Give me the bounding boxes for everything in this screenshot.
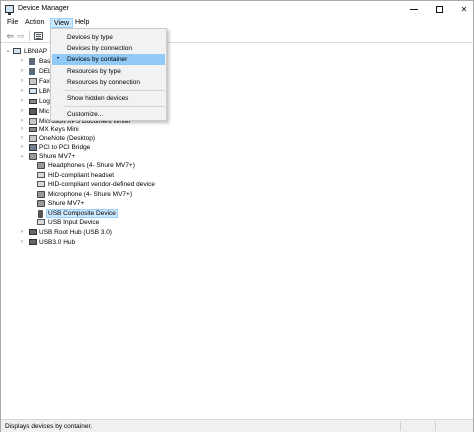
menu-item-devices-by-type[interactable]: Devices by type — [52, 32, 165, 43]
generic-device-icon — [29, 58, 35, 65]
tree-node[interactable]: › MX Keys Mini — [19, 125, 159, 134]
menu-help[interactable]: Help — [72, 18, 92, 28]
keyboard-icon — [29, 127, 37, 132]
status-panel — [400, 421, 401, 431]
tree-node-label: Mic — [39, 108, 50, 115]
device-manager-window: Device Manager ✕ File Action View Help ⇦… — [0, 0, 474, 432]
minimize-button[interactable] — [401, 1, 427, 17]
close-button[interactable]: ✕ — [451, 1, 474, 17]
menu-item-resources-by-connection[interactable]: Resources by connection — [52, 77, 165, 88]
toolbar-divider — [29, 31, 30, 41]
tree-node-label: Fax — [39, 78, 50, 85]
minimize-icon — [410, 8, 418, 10]
tree-node-label: USB Input Device — [48, 219, 100, 226]
usb-icon — [38, 210, 43, 218]
radio-bullet-icon: • — [57, 56, 60, 62]
expand-chevron-icon[interactable]: › — [19, 97, 25, 106]
expand-chevron-icon[interactable]: › — [19, 134, 25, 143]
maximize-button[interactable] — [426, 1, 452, 17]
hid-icon — [37, 181, 45, 187]
pci-bridge-icon — [29, 144, 37, 151]
forward-arrow-icon[interactable]: ⇨ — [16, 31, 26, 41]
headphones-icon — [37, 162, 45, 169]
tree-node-label: Headphones (4- Shure MV7+) — [48, 162, 135, 169]
tree-child-node-selected[interactable]: USB Composite Device — [37, 209, 197, 218]
menu-item-resources-by-type[interactable]: Resources by type — [52, 66, 165, 77]
tree-node-label: HID-compliant vendor-defined device — [48, 181, 155, 188]
tree-node-label: USB3.0 Hub — [39, 239, 76, 246]
tree-node-label: HID-compliant headset — [48, 172, 115, 179]
expand-chevron-icon[interactable]: › — [19, 67, 25, 76]
menu-action[interactable]: Action — [22, 18, 47, 28]
hid-icon — [37, 172, 45, 178]
expand-chevron-icon[interactable]: › — [19, 143, 25, 152]
hid-icon — [37, 219, 45, 225]
tree-node[interactable]: › PCI to PCI Bridge — [19, 143, 159, 152]
tree-node-label: OneNote (Desktop) — [39, 135, 95, 142]
printer-icon — [29, 78, 37, 85]
tree-node-label: Log — [39, 98, 50, 105]
printer-icon — [29, 118, 37, 125]
menu-item-devices-by-container[interactable]: • Devices by container — [52, 54, 165, 65]
tree-node-label: USB Root Hub (USB 3.0) — [39, 229, 112, 236]
menu-item-show-hidden-devices[interactable]: Show hidden devices — [52, 93, 165, 104]
generic-device-icon — [29, 68, 35, 75]
speaker-icon — [37, 200, 45, 207]
tree-node-label: PCI to PCI Bridge — [39, 144, 91, 151]
tree-node[interactable]: › USB Root Hub (USB 3.0) — [19, 228, 159, 237]
expand-chevron-icon[interactable]: › — [19, 87, 25, 96]
maximize-icon — [435, 5, 443, 13]
computer-icon — [13, 48, 21, 54]
tree-child-node[interactable]: Microphone (4- Shure MV7+) — [37, 190, 197, 199]
window-title: Device Manager — [18, 5, 69, 12]
expand-chevron-icon[interactable]: › — [19, 125, 25, 134]
view-menu-dropdown: Devices by type Devices by connection • … — [50, 28, 167, 121]
tree-node[interactable]: › OneNote (Desktop) — [19, 134, 159, 143]
menu-file[interactable]: File — [4, 18, 21, 28]
tree-node[interactable]: › USB3.0 Hub — [19, 238, 159, 247]
menu-separator — [63, 90, 165, 91]
microphone-icon — [37, 191, 45, 198]
tree-node-label: USB Composite Device — [46, 209, 118, 218]
printer-icon — [29, 135, 37, 142]
expand-chevron-icon[interactable]: › — [19, 107, 25, 116]
chip-icon — [29, 108, 37, 115]
tree-node-label: MX Keys Mini — [39, 126, 79, 133]
menu-item-devices-by-connection[interactable]: Devices by connection — [52, 43, 165, 54]
device-manager-icon — [5, 5, 14, 15]
collapse-chevron-icon[interactable]: ⌄ — [19, 152, 25, 161]
usb-hub-icon — [29, 239, 37, 245]
tree-child-node[interactable]: Shure MV7+ — [37, 199, 197, 208]
speaker-icon — [29, 153, 37, 160]
status-panel — [435, 421, 436, 431]
menu-item-label: Devices by container — [67, 56, 128, 63]
menu-item-customize[interactable]: Customize... — [52, 109, 165, 120]
tree-node-expanded[interactable]: ⌄ Shure MV7+ — [19, 152, 159, 161]
tree-child-node[interactable]: USB Input Device — [37, 218, 197, 227]
tree-root-label: LBNIAP — [24, 48, 48, 55]
expand-chevron-icon[interactable]: › — [19, 228, 25, 237]
expand-chevron-icon[interactable]: › — [19, 77, 25, 86]
computer-icon — [29, 88, 37, 94]
tree-child-node[interactable]: Headphones (4- Shure MV7+) — [37, 161, 197, 170]
tree-node-label: Bas — [39, 58, 51, 65]
properties-icon[interactable] — [34, 32, 43, 40]
usb-hub-icon — [29, 229, 37, 235]
collapse-chevron-icon[interactable]: ⌄ — [5, 47, 11, 56]
menu-view[interactable]: View — [50, 18, 74, 28]
tree-child-node[interactable]: HID-compliant vendor-defined device — [37, 180, 197, 189]
back-arrow-icon[interactable]: ⇦ — [5, 31, 15, 41]
close-icon: ✕ — [460, 4, 468, 14]
menu-separator — [63, 106, 165, 107]
tree-node-label: Shure MV7+ — [48, 200, 85, 207]
keyboard-icon — [29, 99, 37, 104]
status-bar: Displays devices by container. — [1, 419, 473, 432]
status-text: Displays devices by container. — [5, 423, 93, 430]
tree-node-label: Shure MV7+ — [39, 153, 76, 160]
tree-child-node[interactable]: HID-compliant headset — [37, 171, 197, 180]
expand-chevron-icon[interactable]: › — [19, 57, 25, 66]
expand-chevron-icon[interactable]: › — [19, 238, 25, 247]
title-bar[interactable]: Device Manager ✕ — [1, 1, 473, 17]
tree-node-label: Microphone (4- Shure MV7+) — [48, 191, 132, 198]
